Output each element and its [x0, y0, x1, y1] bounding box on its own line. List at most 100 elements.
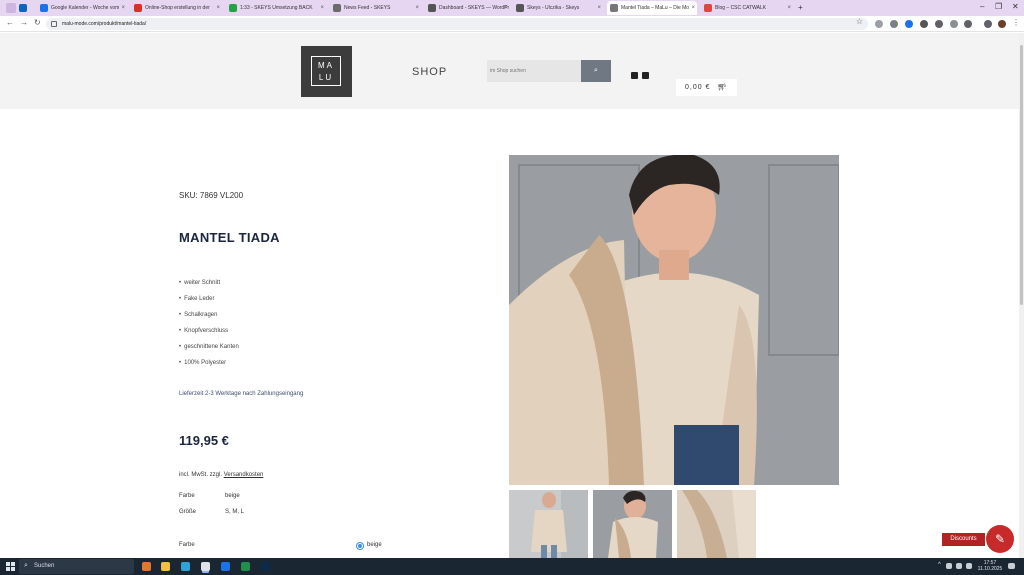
color-radio-beige[interactable] [357, 543, 363, 549]
close-tab-icon[interactable]: × [415, 1, 419, 15]
tray-icon[interactable] [966, 563, 972, 569]
notification-icon[interactable] [1008, 563, 1015, 569]
extension-icon[interactable] [935, 20, 943, 28]
chrome-icon[interactable] [201, 562, 210, 571]
search-icon: ⌕ [24, 562, 28, 569]
whatsapp-icon [229, 4, 237, 12]
search-button[interactable]: ⌕ [581, 60, 611, 82]
maximize-icon[interactable]: ❐ [995, 2, 1002, 11]
browser-tab[interactable]: Blog – CSC CATWALK × [701, 1, 793, 15]
extension-icon[interactable] [875, 20, 883, 28]
product-thumbnail[interactable] [677, 490, 756, 558]
attribute-label: Farbe [179, 493, 195, 499]
edge-icon[interactable] [181, 562, 190, 571]
download-icon[interactable] [984, 20, 992, 28]
page-icon [333, 4, 341, 12]
profile-avatar[interactable] [998, 20, 1006, 28]
cart-button[interactable]: 0,00 € 🛒︎ 0 [676, 79, 737, 96]
extension-icon[interactable] [920, 20, 928, 28]
file-explorer-icon[interactable] [161, 562, 170, 571]
site-info-icon[interactable] [51, 21, 57, 27]
excel-icon[interactable] [241, 562, 250, 571]
extension-icon[interactable] [890, 20, 898, 28]
close-tab-icon[interactable]: × [121, 1, 125, 15]
bookmark-star-icon[interactable]: ☆ [856, 17, 863, 26]
tab-title: 1:33 - SKEYS Umsetzung BACK [240, 5, 313, 11]
tax-text: incl. MwSt. zzgl. [179, 472, 224, 478]
scrollbar-thumb[interactable] [1020, 45, 1023, 305]
browser-tab[interactable]: Dashboard - SKEYS — WordPre × [425, 1, 509, 15]
cart-total: 0,00 € [685, 84, 711, 91]
search-input[interactable] [487, 60, 581, 82]
close-tab-icon[interactable]: × [597, 1, 601, 15]
browser-tab[interactable]: News Feed - SKEYS × [330, 1, 421, 15]
feature-item: Schalkragen [179, 311, 239, 327]
linkedin-icon [19, 4, 27, 12]
back-icon[interactable]: ← [6, 18, 14, 27]
browser-tab[interactable]: Online-Shop erstellung in der × [131, 1, 222, 15]
outlook-icon[interactable] [221, 562, 230, 571]
extension-icon[interactable] [905, 20, 913, 28]
product-sku: SKU: 7869 VL200 [179, 191, 244, 200]
close-tab-icon[interactable]: × [320, 1, 324, 15]
close-tab-icon[interactable]: × [787, 1, 791, 15]
tab-title: News Feed - SKEYS [344, 5, 391, 11]
browser-tab[interactable]: 1:33 - SKEYS Umsetzung BACK × [226, 1, 326, 15]
close-tab-icon[interactable]: × [691, 1, 695, 15]
instagram-icon[interactable] [631, 72, 638, 79]
browser-tab[interactable]: Google Kalender - Woche vom × [37, 1, 127, 15]
tab-list-icon[interactable] [6, 3, 16, 13]
product-thumbnail[interactable] [593, 490, 672, 558]
shipping-costs-link[interactable]: Versandkosten [224, 472, 264, 478]
photoshop-icon[interactable] [261, 562, 270, 571]
close-window-icon[interactable]: ✕ [1012, 2, 1019, 11]
tab-title: Online-Shop erstellung in der [145, 5, 210, 11]
document-icon [134, 4, 142, 12]
facebook-icon[interactable] [642, 72, 649, 79]
logo-text: MA LU [311, 56, 341, 86]
feature-item: weiter Schnitt [179, 279, 239, 295]
clock[interactable]: 17:57 11.10.2025 [975, 560, 1005, 572]
browser-tab[interactable]: Mantel Tiada – MaLu – Die Mo × [607, 1, 697, 15]
tab-title: Mantel Tiada – MaLu – Die Mo [621, 5, 690, 11]
tax-note: incl. MwSt. zzgl. Versandkosten [179, 472, 263, 478]
discount-tag-icon[interactable]: ✎ [986, 525, 1014, 553]
tab-title: Google Kalender - Woche vom [51, 5, 120, 11]
browser-tab[interactable] [16, 1, 35, 15]
product-thumbnail[interactable] [509, 490, 588, 558]
product-main-image[interactable] [509, 155, 839, 485]
close-tab-icon[interactable]: × [216, 1, 220, 15]
feature-item: Knopfverschluss [179, 327, 239, 343]
forward-icon[interactable]: → [20, 18, 28, 27]
malu-logo[interactable]: MA LU [301, 46, 352, 97]
tray-chevron-icon[interactable]: ^ [938, 562, 941, 568]
discounts-button[interactable]: Discounts [942, 533, 985, 546]
tray-icon[interactable] [946, 563, 952, 569]
menu-kebab-icon[interactable]: ⋮ [1012, 18, 1020, 27]
extension-icon[interactable] [950, 20, 958, 28]
windows-start-icon[interactable] [6, 562, 15, 571]
taskbar-search-label: Suchen [34, 563, 55, 569]
feature-list: weiter SchnittFake LederSchalkragenKnopf… [179, 279, 239, 375]
tab-title: Dashboard - SKEYS — WordPre [439, 5, 509, 11]
page-scrollbar[interactable] [1019, 33, 1024, 558]
tray-icon[interactable] [956, 563, 962, 569]
firefox-icon[interactable] [142, 562, 151, 571]
nav-shop-link[interactable]: SHOP [412, 66, 447, 78]
address-bar[interactable]: malu-mode.com/produkt/mantel-tiada/ ☆ [46, 17, 868, 30]
reload-icon[interactable]: ↻ [34, 18, 41, 27]
feature-item: 100% Polyester [179, 359, 239, 375]
color-option-label[interactable]: beige [367, 542, 382, 548]
extensions-puzzle-icon[interactable] [964, 20, 972, 28]
search-icon: ⌕ [594, 67, 598, 74]
new-tab-button[interactable]: + [795, 1, 809, 15]
taskbar-search[interactable]: ⌕ Suchen [19, 559, 134, 574]
page-icon [610, 4, 618, 12]
tab-title: Skeys - Ulczika - Skeys [527, 5, 580, 11]
cart-count-badge: 0 [723, 83, 727, 88]
thumbnail-illustration [593, 490, 672, 558]
close-tab-icon[interactable]: × [503, 1, 507, 15]
minimize-icon[interactable]: – [980, 2, 984, 11]
clock-date: 11.10.2025 [977, 566, 1003, 572]
browser-tab[interactable]: Skeys - Ulczika - Skeys × [513, 1, 603, 15]
